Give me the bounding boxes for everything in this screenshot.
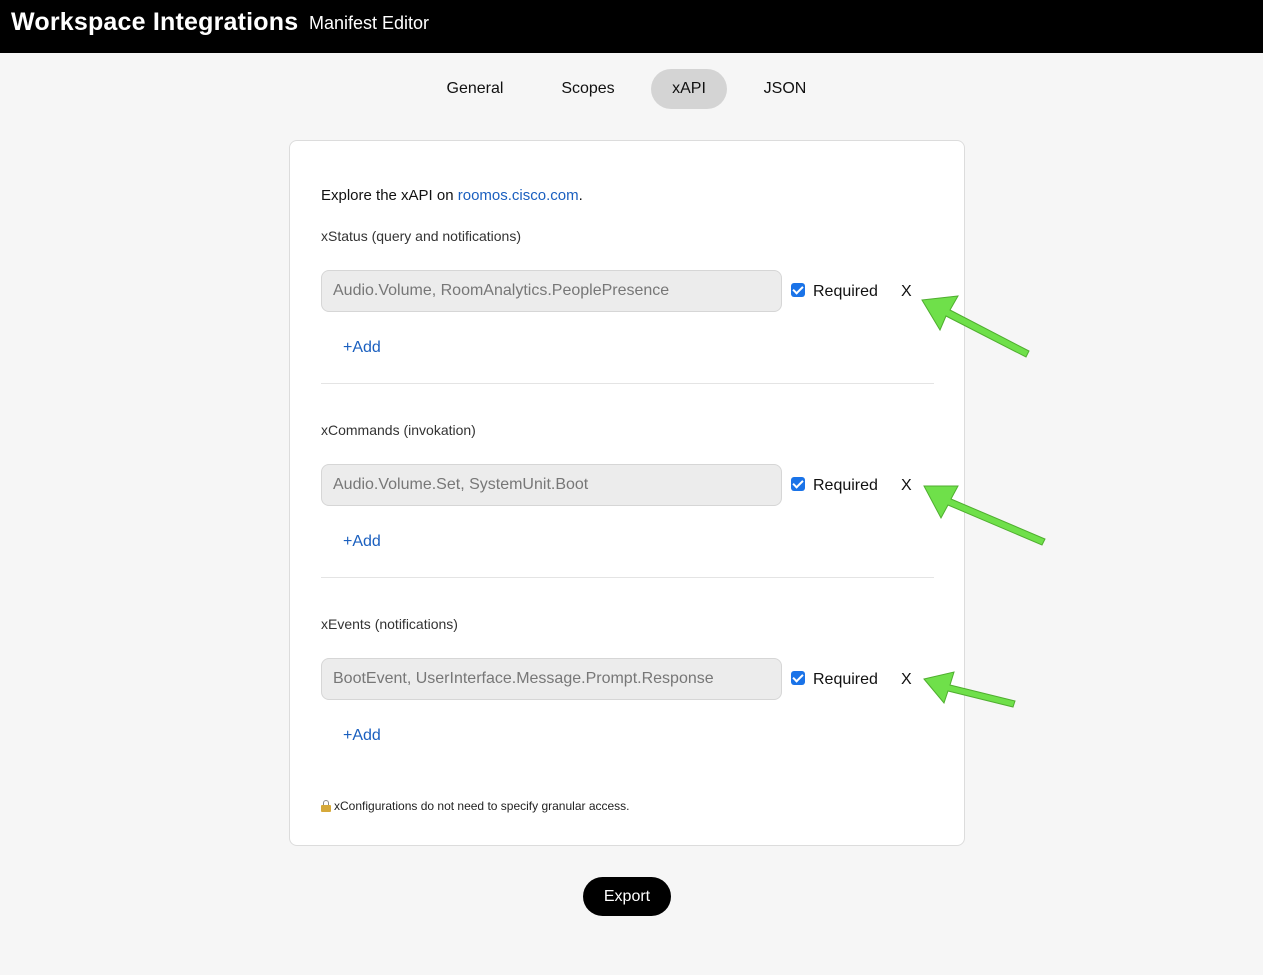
annotation-arrow-icon [921,295,1030,358]
annotation-arrow-icon [923,485,1046,546]
annotation-arrow-icon [923,671,1016,708]
annotation-arrows [921,295,1046,708]
